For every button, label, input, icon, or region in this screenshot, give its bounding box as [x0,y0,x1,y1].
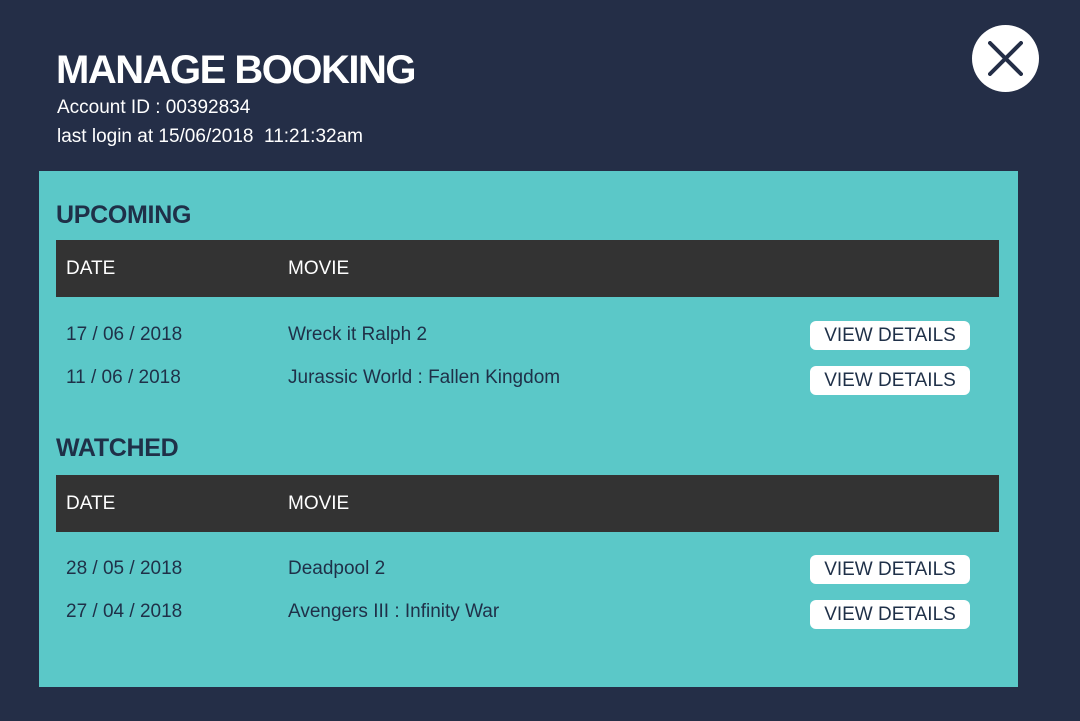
watched-table-header: DATE MOVIE [56,475,999,532]
booking-movie: Jurassic World : Fallen Kingdom [288,367,561,388]
close-icon [988,41,1023,76]
view-details-button[interactable]: VIEW DETAILS [810,321,970,350]
view-details-button[interactable]: VIEW DETAILS [810,600,970,629]
booking-movie: Wreck it Ralph 2 [288,324,428,345]
booking-row: 17 / 06 / 2018 Wreck it Ralph 2 VIEW DET… [56,321,999,357]
booking-row: 27 / 04 / 2018 Avengers III : Infinity W… [56,599,999,635]
booking-movie: Deadpool 2 [288,558,386,579]
column-header-date: DATE [66,258,116,279]
booking-row: 28 / 05 / 2018 Deadpool 2 VIEW DETAILS [56,555,999,591]
upcoming-table-header: DATE MOVIE [56,240,999,297]
booking-date: 17 / 06 / 2018 [66,324,183,345]
view-details-button[interactable]: VIEW DETAILS [810,366,970,395]
bookings-panel: UPCOMING DATE MOVIE 17 / 06 / 2018 Wreck… [39,171,1018,687]
booking-date: 27 / 04 / 2018 [66,601,183,622]
page-title: MANAGE BOOKING [56,48,417,92]
last-login: last login at 15/06/2018 11:21:32am [57,126,363,147]
close-button[interactable] [972,25,1039,92]
booking-movie: Avengers III : Infinity War [288,601,500,622]
watched-section-title: WATCHED [56,434,179,462]
upcoming-section-title: UPCOMING [56,201,192,229]
booking-row: 11 / 06 / 2018 Jurassic World : Fallen K… [56,365,999,401]
column-header-date: DATE [66,493,116,514]
booking-date: 11 / 06 / 2018 [66,367,181,388]
view-details-button[interactable]: VIEW DETAILS [810,555,970,584]
column-header-movie: MOVIE [288,493,350,514]
account-id: Account ID : 00392834 [57,97,251,118]
booking-date: 28 / 05 / 2018 [66,558,183,579]
column-header-movie: MOVIE [288,258,350,279]
